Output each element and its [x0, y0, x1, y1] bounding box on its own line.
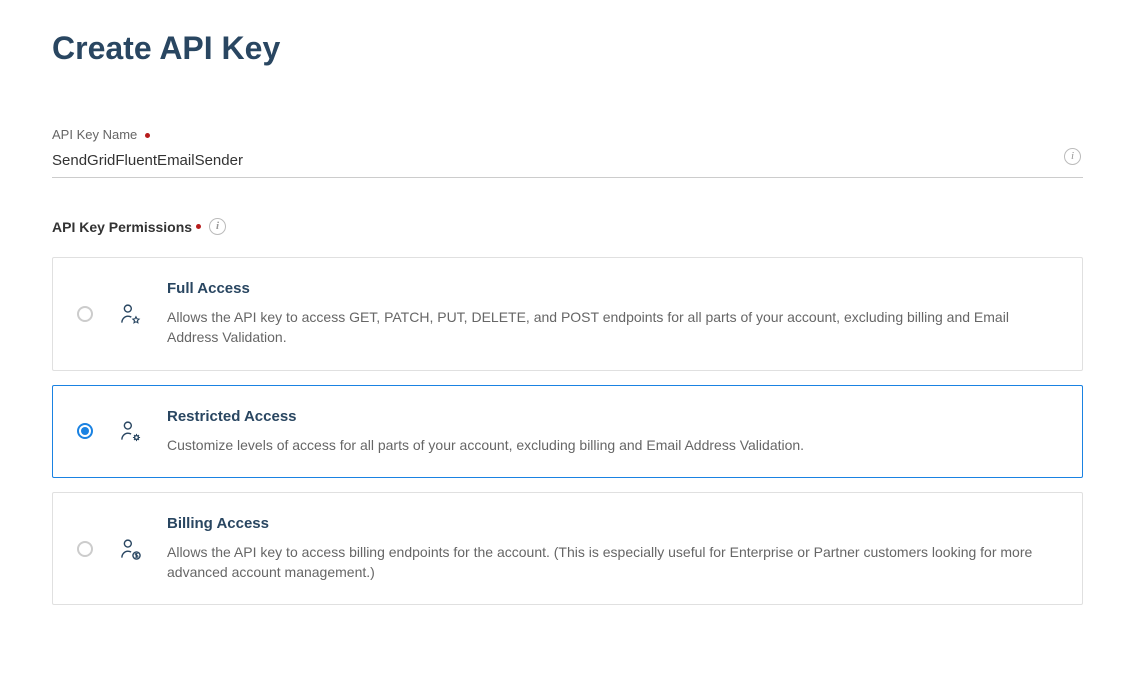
user-star-icon [117, 301, 143, 327]
option-billing-access[interactable]: Billing Access Allows the API key to acc… [52, 492, 1083, 606]
option-full-access[interactable]: Full Access Allows the API key to access… [52, 257, 1083, 371]
option-title: Full Access [167, 280, 1058, 297]
radio-restricted-access[interactable] [77, 423, 93, 439]
option-restricted-access[interactable]: Restricted Access Customize levels of ac… [52, 385, 1083, 478]
api-key-name-label: API Key Name [52, 127, 1083, 142]
user-gear-icon [117, 418, 143, 444]
radio-billing-access[interactable] [77, 541, 93, 557]
option-description: Allows the API key to access GET, PATCH,… [167, 307, 1058, 348]
option-title: Restricted Access [167, 408, 1058, 425]
permissions-label: API Key Permissions i [52, 218, 1083, 235]
info-icon[interactable]: i [1064, 148, 1081, 165]
user-dollar-icon [117, 536, 143, 562]
option-description: Allows the API key to access billing end… [167, 542, 1058, 583]
info-icon[interactable]: i [209, 218, 226, 235]
required-indicator-icon [196, 224, 201, 229]
option-title: Billing Access [167, 515, 1058, 532]
page-title: Create API Key [52, 30, 1083, 67]
required-indicator-icon [145, 133, 150, 138]
option-description: Customize levels of access for all parts… [167, 435, 1058, 455]
radio-full-access[interactable] [77, 306, 93, 322]
api-key-name-field-wrap: i [52, 148, 1083, 178]
api-key-name-input[interactable] [52, 148, 1055, 177]
